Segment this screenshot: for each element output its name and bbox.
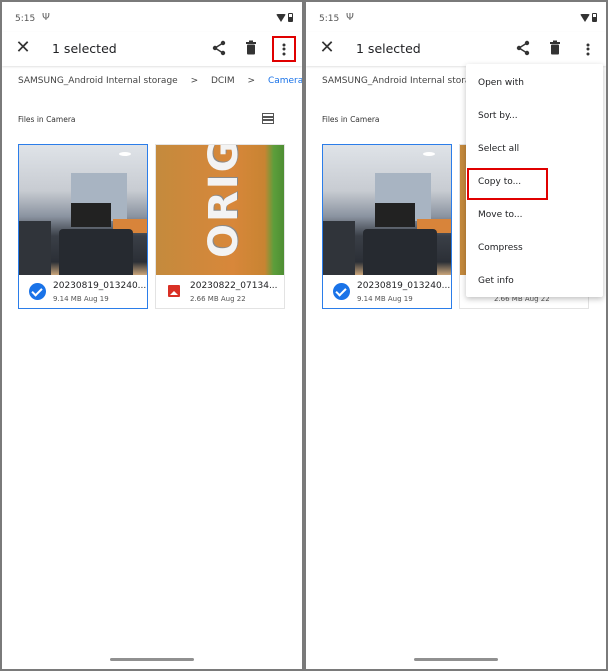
- status-time: 5:15: [15, 14, 36, 24]
- file-card[interactable]: 20230819_013240... 9.14 MB Aug 19: [18, 144, 148, 309]
- file-name: 20230819_013240...: [53, 281, 147, 291]
- selection-title: 1 selected: [356, 41, 421, 56]
- chevron-right-icon: >: [247, 76, 256, 86]
- delete-icon[interactable]: [242, 39, 260, 57]
- check-circle-icon[interactable]: [333, 283, 350, 300]
- file-meta: 2.66 MB Aug 22: [190, 295, 246, 303]
- close-icon[interactable]: ✕: [316, 36, 338, 60]
- section-label: Files in Camera: [322, 115, 380, 124]
- menu-item-sort-by[interactable]: Sort by...: [466, 100, 603, 133]
- check-circle-icon[interactable]: [29, 283, 46, 300]
- breadcrumb-dcim[interactable]: DCIM: [211, 76, 235, 86]
- breadcrumb-camera[interactable]: Camera: [268, 76, 302, 86]
- file-card[interactable]: 20230819_013240... 9.14 MB Aug 19: [322, 144, 452, 309]
- delete-icon[interactable]: [546, 39, 564, 57]
- screen-after: 5:15 Ψ ✕ 1 selected SAMSUNG_Android Inte…: [306, 2, 606, 669]
- menu-item-select-all[interactable]: Select all: [466, 133, 603, 166]
- breadcrumb: SAMSUNG_Android Internal storage > DCIM …: [18, 76, 302, 92]
- wifi-icon: [276, 14, 286, 22]
- app-bar: ✕ 1 selected: [306, 32, 606, 66]
- file-thumbnail: ORIGAMI: [156, 145, 284, 275]
- share-icon[interactable]: [514, 39, 532, 57]
- close-icon[interactable]: ✕: [12, 36, 34, 60]
- app-bar: ✕ 1 selected: [2, 32, 302, 66]
- file-thumbnail: [323, 145, 451, 275]
- menu-item-get-info[interactable]: Get info: [466, 265, 603, 298]
- section-label: Files in Camera: [18, 115, 76, 124]
- file-info: 20230822_07134... 2.66 MB Aug 22: [156, 275, 284, 309]
- wifi-icon: [580, 14, 590, 22]
- file-name: 20230822_07134...: [190, 281, 278, 291]
- file-info: 20230819_013240... 9.14 MB Aug 19: [323, 275, 451, 309]
- more-options-button[interactable]: [576, 36, 600, 62]
- share-icon[interactable]: [210, 39, 228, 57]
- menu-item-compress[interactable]: Compress: [466, 232, 603, 265]
- breadcrumb-root[interactable]: SAMSUNG_Android Internal storage: [322, 76, 482, 86]
- screen-before: 5:15 Ψ ✕ 1 selected SAMSUNG_Android Inte…: [2, 2, 302, 669]
- status-time: 5:15: [319, 14, 340, 24]
- breadcrumb-root[interactable]: SAMSUNG_Android Internal storage: [18, 76, 178, 86]
- menu-item-open-with[interactable]: Open with: [466, 67, 603, 100]
- menu-item-copy-to[interactable]: Copy to...: [466, 166, 603, 200]
- gesture-nav-handle[interactable]: [414, 658, 498, 661]
- file-card[interactable]: ORIGAMI 20230822_07134... 2.66 MB Aug 22: [155, 144, 285, 309]
- list-view-icon[interactable]: [262, 113, 274, 124]
- battery-icon: [288, 13, 293, 22]
- usb-icon: Ψ: [42, 12, 50, 23]
- menu-item-move-to[interactable]: Move to...: [466, 199, 603, 232]
- image-icon: [168, 285, 180, 297]
- chevron-right-icon: >: [190, 76, 199, 86]
- file-meta: 9.14 MB Aug 19: [53, 295, 109, 303]
- file-meta: 9.14 MB Aug 19: [357, 295, 413, 303]
- file-name: 20230819_013240...: [357, 281, 451, 291]
- selection-title: 1 selected: [52, 41, 117, 56]
- file-thumbnail: [19, 145, 147, 275]
- battery-icon: [592, 13, 597, 22]
- file-info: 20230819_013240... 9.14 MB Aug 19: [19, 275, 147, 309]
- overflow-menu: Open with Sort by... Select all Copy to.…: [466, 64, 603, 297]
- more-vert-icon: [586, 42, 590, 57]
- more-options-button[interactable]: [272, 36, 296, 62]
- gesture-nav-handle[interactable]: [110, 658, 194, 661]
- usb-icon: Ψ: [346, 12, 354, 23]
- more-vert-icon: [282, 42, 286, 57]
